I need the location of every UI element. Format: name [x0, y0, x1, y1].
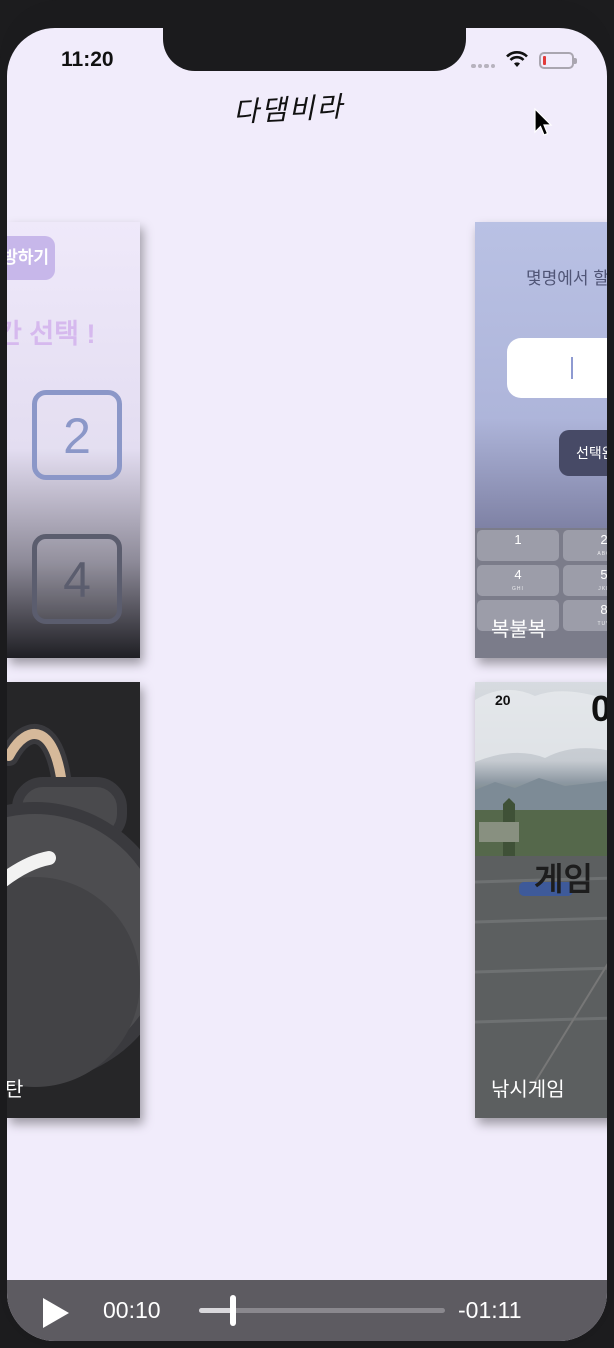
- keypad-key: 2ABC: [563, 530, 607, 561]
- card-heading: 칸 선택 !: [7, 319, 96, 349]
- keypad-key: 5JKL: [563, 565, 607, 596]
- game-card-bomb[interactable]: 탄: [7, 682, 140, 1118]
- status-time: 11:20: [61, 48, 114, 71]
- scrubber-progress: [199, 1308, 234, 1313]
- card-title: 낚시게임: [491, 1079, 565, 1101]
- card-prompt: 몇명에서 할: [526, 269, 607, 288]
- number-tile: 4: [32, 534, 122, 624]
- video-player-bar: 00:10 -01:11: [7, 1280, 607, 1341]
- timer-text: 0: [591, 688, 607, 729]
- score-text: 20: [495, 692, 511, 708]
- app-screen: 11:20 다댐비라 방하기 칸 선택 ! 2 4 몇명에서 할 선택완 1: [7, 28, 607, 1341]
- card-confirm-button: 선택완: [559, 430, 607, 476]
- battery-low-icon: [539, 52, 577, 69]
- play-icon[interactable]: [43, 1298, 69, 1328]
- scrubber-track[interactable]: [199, 1295, 445, 1326]
- keypad-key: 1: [477, 530, 559, 561]
- notch: [163, 28, 466, 71]
- app-logo: 다댐비라: [232, 90, 345, 129]
- card-title: 탄: [7, 1079, 24, 1101]
- mouse-pointer-icon: [534, 108, 553, 136]
- wifi-icon: [506, 51, 528, 67]
- signal-icon: [471, 64, 495, 68]
- bomb-icon: [7, 724, 140, 1087]
- game-card-fishing[interactable]: 20 0 게임 낚시게임: [475, 682, 607, 1118]
- player-count-field: [507, 338, 607, 398]
- card-explain-button: 방하기: [7, 236, 55, 280]
- scrubber-handle[interactable]: [230, 1295, 237, 1326]
- lake-scene-image: [475, 689, 607, 1118]
- keypad-key: 4 GHI: [477, 565, 559, 596]
- game-card-bokbulbok[interactable]: 몇명에서 할 선택완 1 2ABC 4GHI 5JKL 8TUV 복불복: [475, 222, 607, 658]
- keypad-key: 8TUV: [563, 600, 607, 631]
- device-frame: 11:20 다댐비라 방하기 칸 선택 ! 2 4 몇명에서 할 선택완 1: [0, 0, 614, 1348]
- number-tile: 2: [32, 390, 122, 480]
- overlay-text: 게임: [534, 861, 593, 897]
- elapsed-time: 00:10: [103, 1297, 161, 1323]
- game-card-number-select[interactable]: 방하기 칸 선택 ! 2 4: [7, 222, 140, 658]
- remaining-time: -01:11: [458, 1297, 522, 1323]
- card-title: 복불복: [491, 619, 547, 641]
